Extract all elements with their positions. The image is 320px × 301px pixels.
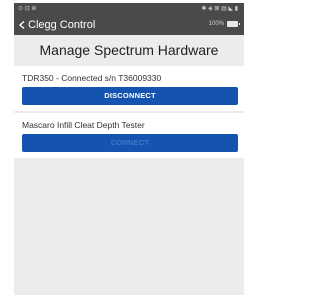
connect-button[interactable]: CONNECT: [22, 134, 238, 152]
battery-icon: [227, 21, 240, 27]
disconnect-button[interactable]: DISCONNECT: [22, 87, 238, 105]
page-title: Manage Spectrum Hardware: [39, 42, 219, 58]
nav-bar: Clegg Control 100%: [14, 15, 244, 35]
device-label: Mascaro Infill Cleat Depth Tester: [22, 120, 145, 130]
status-bar: ⊙ ⊡ ⊕ ✱ ◈ ⊠ ▤ ◣ ▮: [14, 3, 244, 15]
device-card: TDR350 - Connected s/n T36009330 DISCONN…: [14, 66, 244, 111]
back-label: Clegg Control: [28, 19, 96, 31]
device-card: Mascaro Infill Cleat Depth Tester CONNEC…: [14, 113, 244, 158]
battery-percent: 100%: [208, 21, 224, 27]
battery-indicator: 100%: [208, 21, 240, 27]
device-screen: ⊙ ⊡ ⊕ ✱ ◈ ⊠ ▤ ◣ ▮ Clegg Control 100% Man…: [14, 3, 244, 295]
chevron-left-icon: [18, 21, 25, 29]
status-icons-left: ⊙ ⊡ ⊕: [18, 6, 37, 12]
back-button[interactable]: Clegg Control: [18, 15, 95, 35]
device-label: TDR350 - Connected s/n T36009330: [22, 73, 162, 83]
status-icons-right: ✱ ◈ ⊠ ▤ ◣ ▮: [201, 6, 238, 12]
